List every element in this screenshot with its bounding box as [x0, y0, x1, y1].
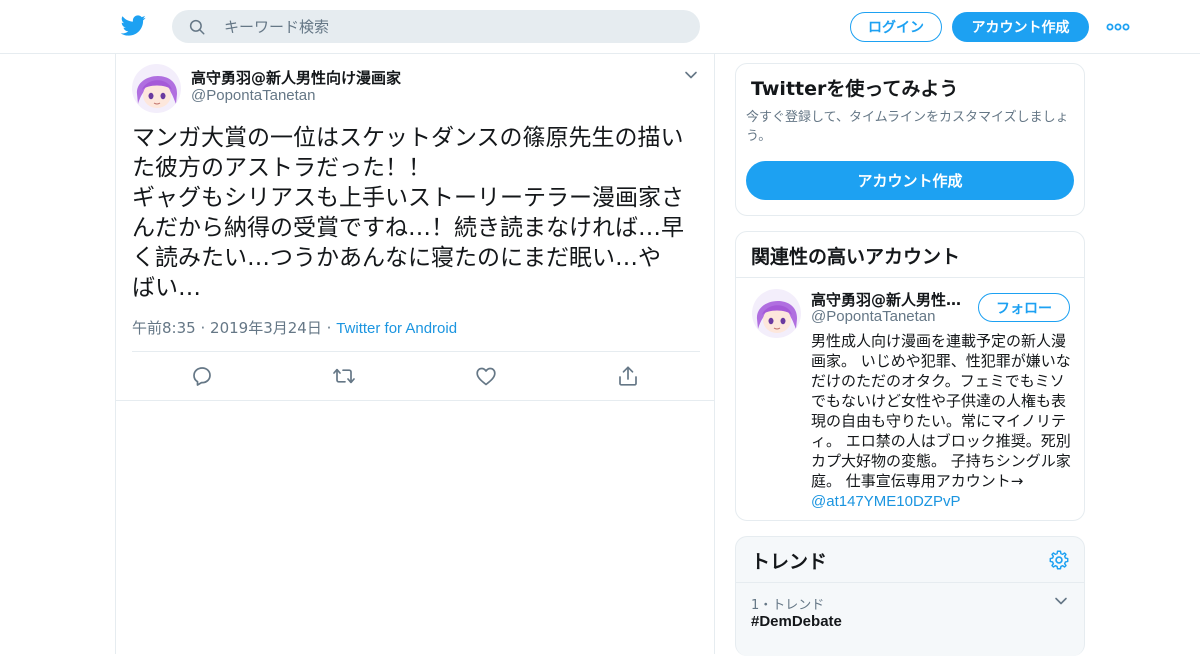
account-name[interactable]: 高守勇羽@新人男性… [811, 289, 971, 310]
divider [116, 400, 714, 401]
divider [736, 582, 1084, 583]
avatar[interactable] [132, 64, 181, 113]
follow-button[interactable]: フォロー [978, 293, 1070, 322]
tweet-meta: 午前8:35 · 2019年3月24日 · Twitter for Androi… [132, 317, 457, 338]
divider [736, 277, 1084, 278]
author-handle[interactable]: @PopontaTanetan [191, 87, 316, 104]
signup-card: Twitterを使ってみよう 今すぐ登録して、タイムラインをカスタマイズしましょ… [735, 63, 1085, 216]
chevron-down-icon[interactable] [1054, 594, 1068, 608]
retweet-icon[interactable] [332, 364, 356, 388]
author-name[interactable]: 高守勇羽@新人男性向け漫画家 [191, 67, 401, 88]
account-bio: 男性成人向け漫画を連載予定の新人漫画家。 いじめや犯罪、性犯罪が嫌いなだけのただ… [811, 331, 1073, 512]
bio-mention-link[interactable]: @at147YME10DZPvP [811, 493, 960, 510]
trends-card: トレンド 1・トレンド #DemDebate [735, 536, 1085, 656]
tweet-text-line: た彼方のアストラだった！！ [132, 155, 431, 181]
tweet-text-line: ばい… [132, 275, 201, 301]
login-button[interactable]: ログイン [850, 12, 942, 42]
share-icon[interactable] [616, 364, 640, 388]
tweet-permalink: 高守勇羽@新人男性向け漫画家 @PopontaTanetan マンガ大賞の一位は… [115, 54, 715, 654]
account-handle[interactable]: @PopontaTanetan [811, 308, 936, 325]
tweet-text-line: く読みたい…つうかあんなに寝たのにまだ眠い…や [132, 245, 661, 271]
chevron-down-icon[interactable] [684, 68, 698, 82]
like-icon[interactable] [474, 364, 498, 388]
signup-button[interactable]: アカウント作成 [952, 12, 1089, 42]
search-bar[interactable] [172, 10, 700, 43]
meta-separator: · [326, 319, 332, 337]
signup-card-button[interactable]: アカウント作成 [746, 161, 1074, 200]
tweet-text-line: んだから納得の受賞ですね…！続き読まなければ…早 [132, 215, 684, 241]
tweet-actions [116, 352, 714, 400]
twitter-bird-icon[interactable] [120, 13, 147, 38]
tweet-source-link[interactable]: Twitter for Android [336, 320, 457, 337]
tweet-text-line: ギャグもシリアスも上手いストーリーテラー漫画家さ [132, 185, 684, 211]
relevant-accounts-card: 関連性の高いアカウント 高守勇羽@新人男性… @PopontaTanetan フ… [735, 231, 1085, 521]
reply-icon[interactable] [190, 364, 214, 388]
avatar[interactable] [752, 289, 801, 338]
search-icon [189, 19, 205, 35]
top-bar: ログイン アカウント作成 [0, 0, 1200, 54]
search-input[interactable] [222, 10, 682, 43]
tweet-date[interactable]: 2019年3月24日 [210, 319, 322, 337]
meta-separator: · [200, 319, 206, 337]
trend-rank: 1・トレンド [751, 598, 825, 613]
signup-card-title: Twitterを使ってみよう [751, 78, 959, 100]
gear-icon[interactable] [1048, 549, 1070, 571]
more-dots-icon[interactable] [1106, 20, 1130, 34]
tweet-time[interactable]: 午前8:35 [132, 319, 196, 337]
trends-title: トレンド [751, 551, 828, 573]
account-bio-text: 男性成人向け漫画を連載予定の新人漫画家。 いじめや犯罪、性犯罪が嫌いなだけのただ… [811, 332, 1071, 490]
trend-hashtag[interactable]: #DemDebate [751, 613, 842, 630]
tweet-text: マンガ大賞の一位はスケットダンスの篠原先生の描い た彼方のアストラだった！！ ギ… [132, 123, 702, 303]
relevant-accounts-title: 関連性の高いアカウント [751, 246, 961, 268]
signup-card-subtitle: 今すぐ登録して、タイムラインをカスタマイズしましょう。 [746, 110, 1069, 144]
tweet-text-line: マンガ大賞の一位はスケットダンスの篠原先生の描い [132, 125, 684, 151]
